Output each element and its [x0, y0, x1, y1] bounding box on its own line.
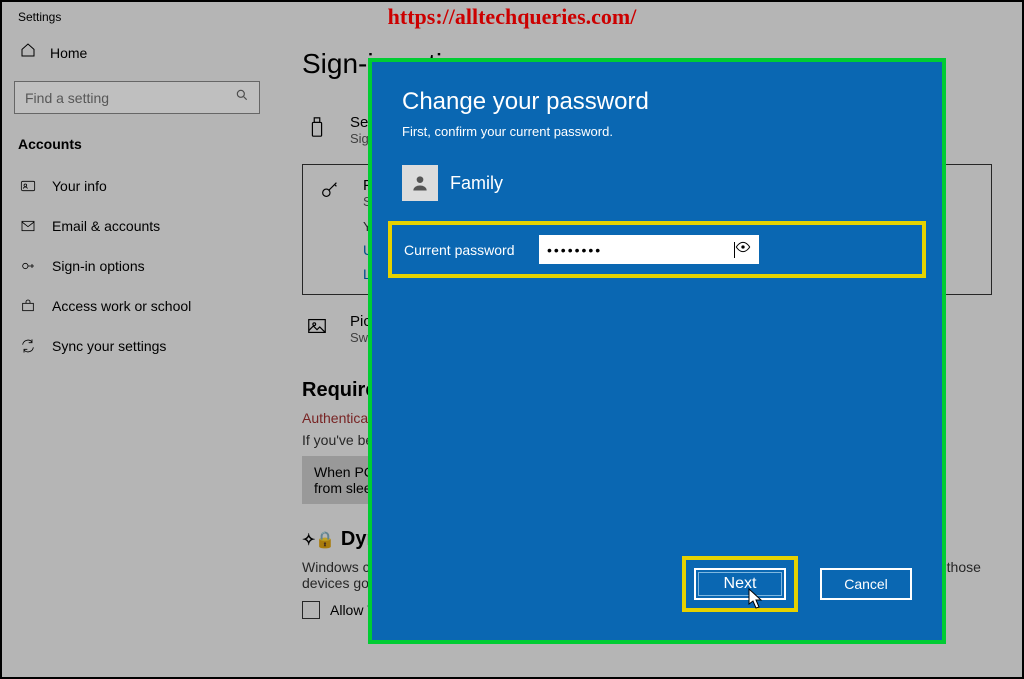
sidebar-section-header: Accounts [14, 130, 260, 166]
cursor-icon [748, 588, 764, 610]
sidebar-item-work-school[interactable]: Access work or school [14, 286, 260, 326]
search-input[interactable] [25, 90, 235, 106]
sidebar-item-label: Access work or school [52, 298, 191, 314]
key-icon [315, 177, 345, 282]
search-input-wrapper[interactable] [14, 81, 260, 114]
user-name: Family [450, 173, 503, 194]
watermark-text: https://alltechqueries.com/ [388, 4, 637, 30]
home-nav[interactable]: Home [14, 32, 260, 73]
avatar [402, 165, 438, 201]
reveal-password-icon[interactable] [735, 239, 751, 260]
sidebar-item-your-info[interactable]: Your info [14, 166, 260, 206]
search-icon [235, 88, 249, 107]
sidebar-item-label: Email & accounts [52, 218, 160, 234]
sidebar-item-label: Sign-in options [52, 258, 145, 274]
lock-sparkle-icon: ✧🔒 [302, 532, 335, 549]
home-icon [20, 42, 36, 63]
usb-icon [302, 114, 332, 146]
user-row: Family [402, 165, 912, 201]
sidebar-item-signin-options[interactable]: Sign-in options [14, 246, 260, 286]
next-button[interactable]: Next [694, 568, 786, 600]
sidebar-item-label: Sync your settings [52, 338, 166, 354]
checkbox-icon[interactable] [302, 601, 320, 619]
sidebar-item-email[interactable]: Email & accounts [14, 206, 260, 246]
password-dots: •••••••• [547, 242, 736, 258]
password-field-highlight: Current password •••••••• [388, 221, 926, 278]
change-password-modal: Change your password First, confirm your… [372, 62, 942, 640]
modal-title: Change your password [402, 88, 912, 116]
sidebar-item-label: Your info [52, 178, 107, 194]
sidebar: Home Accounts Your info Email & accounts… [2, 32, 272, 677]
user-icon [410, 173, 430, 193]
picture-icon [302, 313, 332, 345]
field-label: Current password [404, 242, 519, 258]
sidebar-item-sync[interactable]: Sync your settings [14, 326, 260, 366]
home-label: Home [50, 45, 87, 61]
cancel-button[interactable]: Cancel [820, 568, 912, 600]
current-password-input[interactable]: •••••••• [539, 235, 759, 264]
modal-highlight-border: Change your password First, confirm your… [368, 58, 946, 644]
modal-subtitle: First, confirm your current password. [402, 124, 912, 139]
next-button-highlight: Next [682, 556, 798, 612]
